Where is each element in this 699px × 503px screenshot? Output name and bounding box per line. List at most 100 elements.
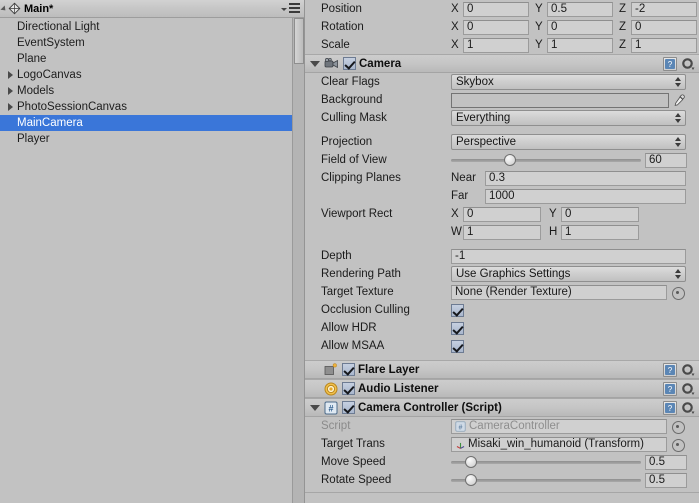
hierarchy-item-directional-light[interactable]: Directional Light [0, 19, 304, 35]
scale-y-axis-label: Y [535, 39, 543, 51]
viewport-h-input[interactable]: 1 [561, 224, 639, 240]
hierarchy-item-label: Models [17, 85, 55, 97]
viewport-x-input[interactable]: 0 [463, 206, 541, 222]
gear-icon[interactable] [681, 363, 695, 377]
hierarchy-scroll-thumb[interactable] [294, 18, 304, 64]
clear-flags-dropdown[interactable]: Skybox [451, 74, 686, 90]
target-texture-select-icon[interactable] [671, 286, 685, 300]
foldout-arrow-icon[interactable] [8, 87, 13, 95]
help-book-icon[interactable]: ? [663, 57, 677, 71]
svg-text:#: # [328, 403, 333, 413]
help-book-icon[interactable]: ? [663, 382, 677, 396]
target-texture-label: Target Texture [321, 286, 394, 298]
foldout-arrow-icon[interactable] [8, 71, 13, 79]
hierarchy-item-player[interactable]: Player [0, 131, 304, 147]
help-book-icon[interactable]: ? [663, 363, 677, 377]
projection-dropdown[interactable]: Perspective [451, 134, 686, 150]
camera-controller-foldout-icon[interactable] [310, 404, 320, 411]
scale-x-input[interactable]: 1 [463, 37, 529, 53]
hierarchy-item-logocanvas[interactable]: LogoCanvas [0, 67, 304, 83]
position-x-axis-label: X [451, 3, 459, 15]
rotate-speed-slider[interactable] [451, 473, 641, 488]
allow-msaa-checkbox[interactable] [451, 339, 464, 353]
clipping-far-input[interactable]: 1000 [485, 188, 686, 204]
target-trans-objectfield[interactable]: Misaki_win_humanoid (Transform) [451, 436, 667, 452]
scale-label: Scale [321, 39, 350, 51]
hierarchy-item-plane[interactable]: Plane [0, 51, 304, 67]
rotate-speed-input[interactable]: 0.5 [645, 472, 687, 488]
camera-foldout-icon[interactable] [310, 60, 320, 67]
hierarchy-item-models[interactable]: Models [0, 83, 304, 99]
hierarchy-scrollbar[interactable] [292, 18, 304, 503]
flare-layer-component-header[interactable]: Flare Layer ? [305, 360, 699, 379]
position-y-input[interactable]: 0.5 [547, 1, 613, 17]
viewport-w-input[interactable]: 1 [463, 224, 541, 240]
transform-icon [456, 442, 465, 449]
gear-icon[interactable] [681, 401, 695, 415]
projection-value: Perspective [456, 136, 517, 148]
scale-z-input[interactable]: 1 [631, 37, 697, 53]
culling-mask-dropdown[interactable]: Everything [451, 110, 686, 126]
position-label: Position [321, 3, 362, 15]
position-x-input[interactable]: 0 [463, 1, 529, 17]
move-speed-slider-knob[interactable] [465, 455, 478, 468]
flare-layer-enabled-checkbox[interactable] [342, 363, 355, 376]
hierarchy-item-photosessioncanvas[interactable]: PhotoSessionCanvas [0, 99, 304, 115]
gear-icon[interactable] [681, 382, 695, 396]
chevron-down-icon [281, 7, 287, 11]
rotate-speed-slider-knob[interactable] [465, 473, 478, 486]
camera-enabled-checkbox[interactable] [343, 57, 356, 70]
hierarchy-menu-button[interactable] [281, 3, 300, 13]
target-trans-value: Misaki_win_humanoid (Transform) [468, 437, 644, 450]
position-z-input[interactable]: -2 [631, 1, 697, 17]
depth-input[interactable]: -1 [451, 248, 686, 264]
hierarchy-header: Main* [0, 0, 304, 18]
move-speed-input[interactable]: 0.5 [645, 454, 687, 470]
target-texture-objectfield[interactable]: None (Render Texture) [451, 284, 667, 300]
field-of-view-slider-knob[interactable] [504, 153, 517, 166]
scene-foldout-icon[interactable] [0, 4, 8, 13]
audio-listener-component-header[interactable]: Audio Listener ? [305, 379, 699, 398]
hierarchy-item-eventsystem[interactable]: EventSystem [0, 35, 304, 51]
rotate-speed-label: Rotate Speed [321, 474, 392, 486]
hierarchy-item-label: MainCamera [17, 117, 83, 129]
rotation-z-input[interactable]: 0 [631, 19, 697, 35]
rotation-x-input[interactable]: 0 [463, 19, 529, 35]
foldout-arrow-icon[interactable] [8, 103, 13, 111]
dropdown-arrows-icon [675, 77, 681, 87]
camera-controller-component-header[interactable]: # Camera Controller (Script) ? [305, 398, 699, 417]
csharp-script-icon: # [455, 420, 466, 432]
move-speed-slider[interactable] [451, 455, 641, 470]
clipping-near-input[interactable]: 0.3 [485, 170, 686, 186]
occlusion-culling-checkbox[interactable] [451, 303, 464, 317]
scale-y-input[interactable]: 1 [547, 37, 613, 53]
culling-mask-value: Everything [456, 112, 511, 124]
hierarchy-item-maincamera[interactable]: MainCamera [0, 115, 304, 131]
transform-component: Position X 0 Y 0.5 Z -2 Rotation X 0 Y 0… [305, 0, 699, 54]
hierarchy-panel: Main* Directional Light EventSystem Plane L… [0, 0, 305, 503]
svg-text:?: ? [668, 366, 673, 375]
position-y-axis-label: Y [535, 3, 543, 15]
rendering-path-dropdown[interactable]: Use Graphics Settings [451, 266, 686, 282]
target-trans-select-icon[interactable] [671, 438, 685, 452]
help-book-icon[interactable]: ? [663, 401, 677, 415]
rotation-y-input[interactable]: 0 [547, 19, 613, 35]
viewport-y-input[interactable]: 0 [561, 206, 639, 222]
occlusion-culling-label: Occlusion Culling [321, 304, 410, 316]
camera-controller-enabled-checkbox[interactable] [342, 401, 355, 414]
hierarchy-item-label: Directional Light [17, 21, 100, 33]
field-of-view-slider[interactable] [451, 153, 641, 168]
field-of-view-input[interactable]: 60 [645, 152, 687, 168]
camera-component-header[interactable]: Camera ? [305, 54, 699, 73]
hierarchy-item-label: EventSystem [17, 37, 85, 49]
unity-editor-window: Main* Directional Light EventSystem Plane L… [0, 0, 699, 503]
near-label: Near [451, 172, 476, 184]
depth-label: Depth [321, 250, 352, 262]
svg-text:?: ? [668, 404, 673, 413]
background-color-swatch[interactable] [451, 92, 669, 108]
flare-layer-icon [324, 363, 337, 375]
gear-icon[interactable] [681, 57, 695, 71]
eyedropper-icon[interactable] [672, 93, 686, 108]
audio-listener-enabled-checkbox[interactable] [342, 382, 355, 395]
allow-hdr-checkbox[interactable] [451, 321, 464, 335]
